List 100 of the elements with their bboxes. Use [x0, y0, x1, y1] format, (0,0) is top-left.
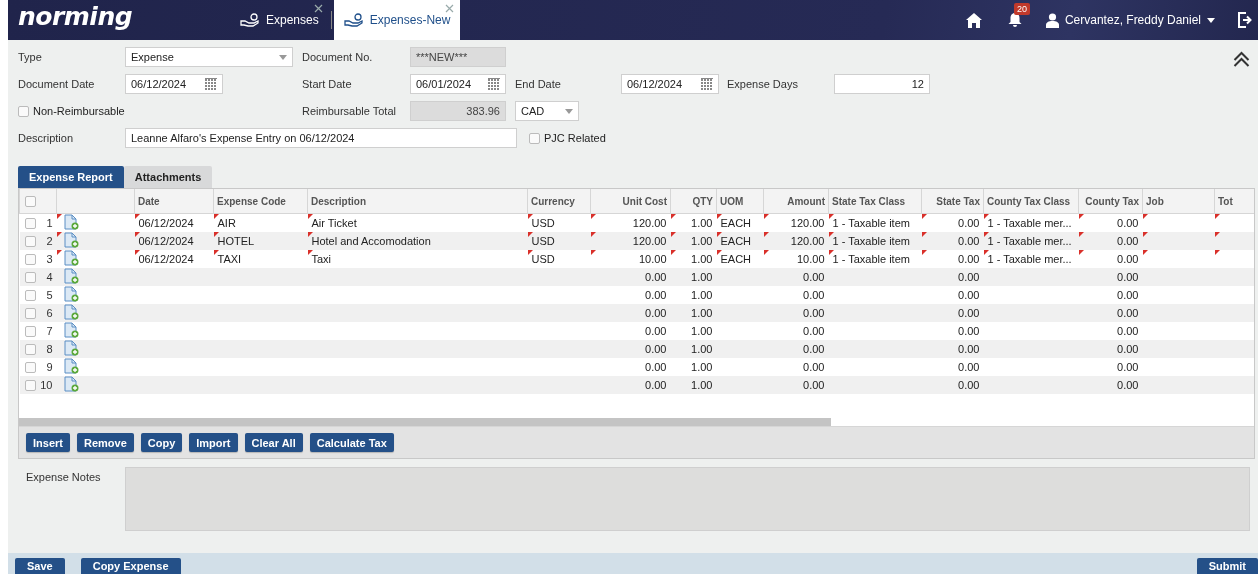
checkbox[interactable] — [24, 307, 36, 319]
table-cell: 0.00 — [958, 361, 980, 373]
field-label: Description — [18, 132, 75, 144]
table-cell: EACH — [720, 217, 752, 229]
document-add-icon[interactable] — [63, 232, 79, 248]
column-header[interactable]: State Tax — [921, 189, 984, 214]
table-cell: 120.00 — [632, 235, 667, 247]
home-icon[interactable] — [965, 12, 982, 28]
date-field[interactable]: 06/12/2024 — [125, 74, 223, 94]
checkbox[interactable] — [24, 343, 36, 355]
currency-dropdown[interactable]: CAD — [515, 101, 579, 121]
table-cell: 0.00 — [645, 325, 667, 337]
tab[interactable]: Expense Report — [18, 166, 124, 188]
table-cell: 06/12/2024 — [138, 217, 194, 229]
table-cell: 1 - Taxable mer... — [987, 253, 1072, 265]
checkbox[interactable] — [24, 379, 36, 391]
tab[interactable]: Expenses-New — [333, 0, 461, 40]
footer-button[interactable]: Submit — [1196, 558, 1258, 574]
document-add-icon[interactable] — [63, 358, 79, 374]
table-cell: 120.00 — [632, 217, 667, 229]
close-icon[interactable] — [313, 4, 323, 13]
document-add-icon[interactable] — [63, 322, 79, 338]
toolbar-button[interactable]: Clear All — [244, 433, 303, 452]
table-cell: 0.00 — [1117, 307, 1139, 319]
logout-icon[interactable] — [1237, 12, 1252, 28]
document-add-icon[interactable] — [63, 214, 79, 230]
calendar-icon[interactable] — [701, 77, 713, 91]
calendar-icon[interactable] — [488, 77, 500, 91]
table-cell: 10.00 — [638, 253, 667, 265]
table-cell: 1.00 — [691, 343, 713, 355]
column-header[interactable]: Description — [307, 189, 528, 214]
column-header[interactable]: County Tax Class — [983, 189, 1079, 214]
table-cell: 1.00 — [691, 325, 713, 337]
document-add-icon[interactable] — [63, 286, 79, 302]
table-cell: 0.00 — [645, 271, 667, 283]
checkbox[interactable] — [25, 195, 36, 207]
description-field[interactable]: Leanne Alfaro's Expense Entry on 06/12/2024 — [125, 128, 517, 148]
toolbar-button[interactable]: Copy — [140, 433, 183, 452]
document-add-icon[interactable] — [63, 268, 79, 284]
column-header[interactable]: UOM — [716, 189, 764, 214]
column-header[interactable]: Tot — [1214, 189, 1254, 214]
checkbox[interactable] — [24, 253, 36, 265]
checkbox[interactable]: PJC Related — [529, 132, 727, 144]
table-cell: 0.00 — [645, 361, 667, 373]
column-header[interactable]: County Tax — [1078, 189, 1143, 214]
table-cell: 0.00 — [803, 271, 825, 283]
field-label: End Date — [515, 78, 562, 90]
document-add-icon[interactable] — [63, 304, 79, 320]
table-cell: 06/12/2024 — [138, 235, 194, 247]
column-header[interactable]: Unit Cost — [590, 189, 671, 214]
checkbox[interactable] — [24, 289, 36, 301]
table-cell: 0.00 — [1117, 343, 1139, 355]
table-cell: USD — [531, 217, 555, 229]
table-cell: 1.00 — [691, 271, 713, 283]
toolbar-button[interactable]: Insert — [26, 433, 70, 452]
user-icon — [1045, 12, 1059, 28]
checkbox[interactable] — [24, 217, 36, 229]
table-cell: 0.00 — [1117, 271, 1139, 283]
bell-icon[interactable] — [1007, 12, 1022, 28]
column-header[interactable]: Amount — [763, 189, 829, 214]
footer-button[interactable]: Save — [15, 558, 65, 574]
row-number: 4 — [46, 271, 53, 283]
scrollbar[interactable] — [19, 418, 831, 426]
checkbox[interactable] — [24, 325, 36, 337]
table-cell: 0.00 — [1117, 379, 1139, 391]
checkbox[interactable] — [24, 361, 36, 373]
column-header[interactable]: Date — [134, 189, 214, 214]
document-add-icon[interactable] — [63, 376, 79, 392]
table-cell: 0.00 — [958, 325, 980, 337]
column-header[interactable]: Currency — [527, 189, 591, 214]
tab[interactable]: Attachments — [123, 166, 213, 188]
row-number: 8 — [46, 343, 53, 355]
tab[interactable]: Expenses — [230, 0, 329, 40]
user-menu[interactable]: Cervantez, Freddy Daniel — [1045, 12, 1215, 28]
column-header[interactable]: Job — [1142, 189, 1215, 214]
date-field[interactable]: 06/12/2024 — [621, 74, 719, 94]
collapse-icon[interactable] — [1233, 51, 1250, 67]
column-header[interactable]: Expense Code — [213, 189, 308, 214]
table-cell: 0.00 — [645, 289, 667, 301]
hand-coin-icon — [343, 13, 364, 27]
table-cell: 1.00 — [691, 253, 713, 265]
calendar-icon[interactable] — [205, 77, 217, 91]
date-field[interactable]: 06/01/2024 — [410, 74, 506, 94]
row-number: 5 — [46, 289, 53, 301]
caret-icon — [565, 108, 573, 114]
expense-days-field[interactable]: 12 — [834, 74, 930, 94]
toolbar-button[interactable]: Remove — [76, 433, 134, 452]
toolbar-button[interactable]: Import — [189, 433, 238, 452]
checkbox[interactable]: Non-Reimbursable — [18, 105, 302, 117]
footer-button[interactable]: Copy Expense — [80, 558, 181, 574]
table-cell: AIR — [217, 217, 236, 229]
checkbox[interactable] — [24, 271, 36, 283]
table-cell: 1 - Taxable item — [832, 217, 910, 229]
checkbox[interactable] — [24, 235, 36, 247]
column-header[interactable]: QTY — [670, 189, 717, 214]
toolbar-button[interactable]: Calculate Tax — [309, 433, 394, 452]
document-add-icon[interactable] — [63, 340, 79, 356]
column-header[interactable]: State Tax Class — [828, 189, 922, 214]
type-dropdown[interactable]: Expense — [125, 47, 293, 67]
document-add-icon[interactable] — [63, 250, 79, 266]
